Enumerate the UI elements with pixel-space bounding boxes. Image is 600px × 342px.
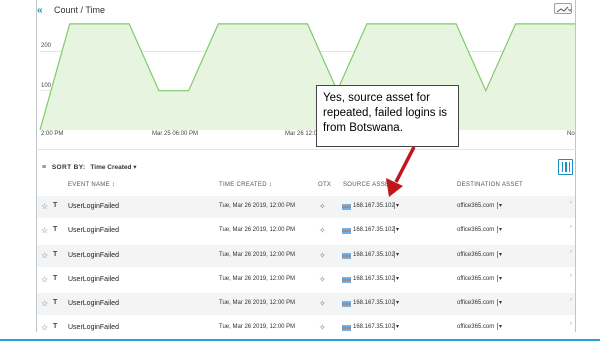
arrow-head (386, 178, 403, 197)
red-arrow-annotation (386, 146, 416, 197)
bottom-accent-line (0, 339, 600, 341)
arrow-shaft (394, 146, 416, 183)
